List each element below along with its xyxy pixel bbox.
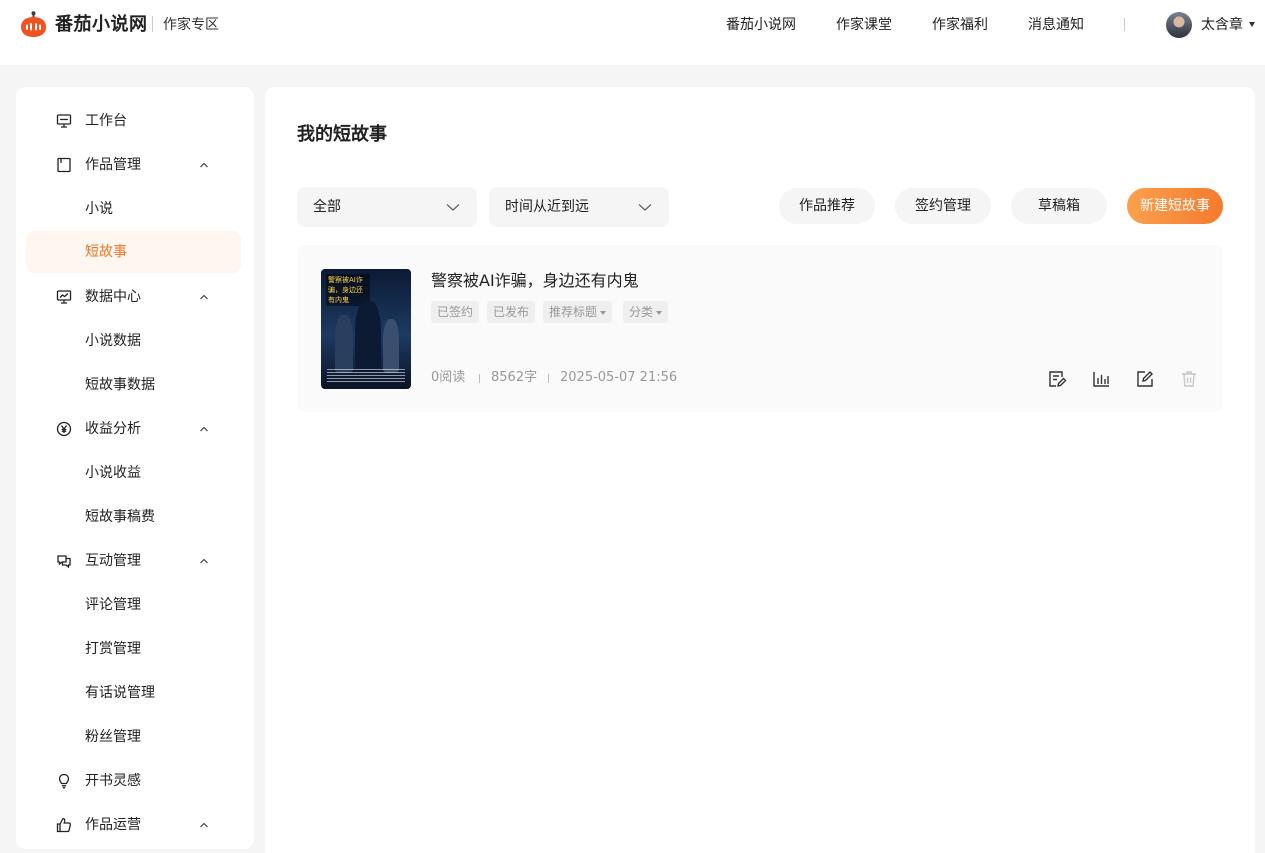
chevron-up-icon[interactable] bbox=[198, 159, 210, 171]
sort-order-select[interactable]: 时间从近到远 bbox=[489, 187, 669, 227]
sidebar-subitem-label: 粉丝管理 bbox=[85, 729, 141, 745]
sidebar-subitem-label: 短故事稿费 bbox=[85, 509, 155, 525]
chevron-up-icon[interactable] bbox=[198, 819, 210, 831]
avatar[interactable] bbox=[1166, 12, 1192, 38]
sidebar-subitem-label: 有话说管理 bbox=[85, 685, 155, 701]
nav-fanqie-novel[interactable]: 番茄小说网 bbox=[726, 15, 796, 35]
sidebar-item-operations[interactable]: 作品运营 bbox=[16, 805, 254, 845]
sidebar-subitem-rewards[interactable]: 打赏管理 bbox=[26, 628, 241, 670]
sidebar-item-income[interactable]: 收益分析 bbox=[16, 409, 254, 449]
tag-recommend-title-label: 推荐标题 bbox=[549, 305, 598, 319]
sidebar-item-inspiration[interactable]: 开书灵感 bbox=[16, 761, 254, 801]
sidebar-item-works[interactable]: 作品管理 bbox=[16, 145, 254, 185]
sidebar-subitem-comments[interactable]: 评论管理 bbox=[26, 584, 241, 626]
sidebar-item-label: 开书灵感 bbox=[85, 773, 141, 789]
sidebar-item-label: 作品运营 bbox=[85, 817, 141, 833]
sidebar-item-label: 工作台 bbox=[85, 113, 127, 129]
status-filter-value: 全部 bbox=[313, 199, 341, 215]
nav-divider bbox=[1124, 18, 1125, 31]
sort-order-value: 时间从近到远 bbox=[505, 199, 589, 215]
nav-writer-benefits[interactable]: 作家福利 bbox=[932, 15, 988, 35]
sidebar-subitem-label: 小说收益 bbox=[85, 465, 141, 481]
sidebar-subitem-label: 短故事数据 bbox=[85, 377, 155, 393]
sidebar-subitem-short-story-data[interactable]: 短故事数据 bbox=[26, 364, 241, 406]
nav-writer-class[interactable]: 作家课堂 bbox=[836, 15, 892, 35]
tag-signed: 已签约 bbox=[431, 301, 480, 323]
meta-divider bbox=[548, 374, 549, 383]
yuan-icon bbox=[56, 421, 72, 437]
story-word-count: 8562字 bbox=[491, 370, 538, 385]
sidebar-item-data-center[interactable]: 数据中心 bbox=[16, 277, 254, 317]
sidebar-subitem-novel-income[interactable]: 小说收益 bbox=[26, 452, 241, 494]
new-short-story-button[interactable]: 新建短故事 bbox=[1127, 188, 1223, 224]
edit-icon[interactable] bbox=[1135, 369, 1155, 389]
story-cover[interactable]: 警察被AI诈骗，身边还有内鬼 bbox=[321, 269, 411, 389]
sidebar-subitem-fans[interactable]: 粉丝管理 bbox=[26, 716, 241, 758]
recommend-works-button[interactable]: 作品推荐 bbox=[779, 188, 875, 224]
tag-category-label: 分类 bbox=[629, 305, 654, 319]
brand-name[interactable]: 番茄小说网 bbox=[55, 13, 148, 37]
sidebar-subitem-short-story[interactable]: 短故事 bbox=[26, 231, 241, 273]
meta-divider bbox=[479, 374, 480, 383]
chevron-up-icon[interactable] bbox=[198, 423, 210, 435]
page-title: 我的短故事 bbox=[297, 124, 387, 145]
sidebar-subitem-label: 小说 bbox=[85, 201, 113, 217]
chart-monitor-icon bbox=[56, 290, 72, 304]
sidebar-item-label: 作品管理 bbox=[85, 157, 141, 173]
story-reads: 0阅读 bbox=[431, 370, 466, 385]
user-menu-caret-icon[interactable] bbox=[1249, 22, 1255, 27]
sidebar: 工作台 作品管理 小说 短故事 数据中心 小说数据 短故事数据 收益分析 小说收… bbox=[16, 87, 254, 849]
story-title[interactable]: 警察被AI诈骗，身边还有内鬼 bbox=[431, 270, 639, 292]
tag-published: 已发布 bbox=[487, 301, 536, 323]
bar-chart-icon[interactable] bbox=[1091, 369, 1111, 389]
sidebar-subitem-novel-data[interactable]: 小说数据 bbox=[26, 320, 241, 362]
trash-icon[interactable] bbox=[1179, 369, 1199, 389]
sidebar-subitem-label: 打赏管理 bbox=[85, 641, 141, 657]
status-filter-select[interactable]: 全部 bbox=[297, 187, 477, 227]
chevron-up-icon[interactable] bbox=[198, 291, 210, 303]
cover-figure bbox=[335, 315, 353, 373]
thumbs-up-icon bbox=[56, 817, 72, 833]
lightbulb-icon bbox=[58, 773, 70, 789]
sidebar-subitem-author-says[interactable]: 有话说管理 bbox=[26, 672, 241, 714]
sidebar-item-label: 收益分析 bbox=[85, 421, 141, 437]
cover-figure bbox=[355, 301, 381, 373]
cover-blurb bbox=[327, 369, 405, 383]
caret-down-icon bbox=[600, 310, 607, 315]
cover-figure bbox=[383, 319, 399, 373]
top-header: 番茄小说网 作家专区 番茄小说网 作家课堂 作家福利 消息通知 太含章 bbox=[0, 0, 1265, 65]
caret-down-icon bbox=[656, 310, 663, 315]
username[interactable]: 太含章 bbox=[1201, 15, 1243, 35]
sidebar-subitem-novel[interactable]: 小说 bbox=[26, 188, 241, 230]
chevron-up-icon[interactable] bbox=[198, 555, 210, 567]
monitor-icon bbox=[56, 114, 72, 128]
sidebar-subitem-label: 短故事 bbox=[85, 244, 127, 260]
tag-recommend-title[interactable]: 推荐标题 bbox=[543, 301, 613, 323]
sidebar-item-label: 数据中心 bbox=[85, 289, 141, 305]
nav-notifications[interactable]: 消息通知 bbox=[1028, 15, 1084, 35]
story-card: 警察被AI诈骗，身边还有内鬼 警察被AI诈骗，身边还有内鬼 已签约 已发布 推荐… bbox=[297, 245, 1223, 412]
chevron-down-icon bbox=[446, 204, 460, 211]
story-updated-time: 2025-05-07 21:56 bbox=[560, 370, 678, 385]
contract-management-button[interactable]: 签约管理 bbox=[895, 188, 991, 224]
sidebar-item-interaction[interactable]: 互动管理 bbox=[16, 541, 254, 581]
chat-icon bbox=[57, 555, 71, 569]
sidebar-item-workbench[interactable]: 工作台 bbox=[16, 101, 254, 141]
sidebar-subitem-label: 评论管理 bbox=[85, 597, 141, 613]
writer-zone-label: 作家专区 bbox=[163, 17, 219, 33]
drafts-button[interactable]: 草稿箱 bbox=[1011, 188, 1107, 224]
sidebar-subitem-short-story-fee[interactable]: 短故事稿费 bbox=[26, 496, 241, 538]
chevron-down-icon bbox=[638, 204, 652, 211]
brand-divider bbox=[152, 16, 153, 32]
sidebar-subitem-label: 小说数据 bbox=[85, 333, 141, 349]
sidebar-item-label: 互动管理 bbox=[85, 553, 141, 569]
edit-document-icon[interactable] bbox=[1047, 369, 1067, 389]
tag-category[interactable]: 分类 bbox=[623, 301, 669, 323]
book-icon bbox=[57, 157, 71, 173]
main-panel: 我的短故事 全部 时间从近到远 作品推荐 签约管理 草稿箱 新建短故事 警察被A… bbox=[265, 87, 1255, 853]
tomato-logo-icon[interactable] bbox=[19, 10, 48, 39]
